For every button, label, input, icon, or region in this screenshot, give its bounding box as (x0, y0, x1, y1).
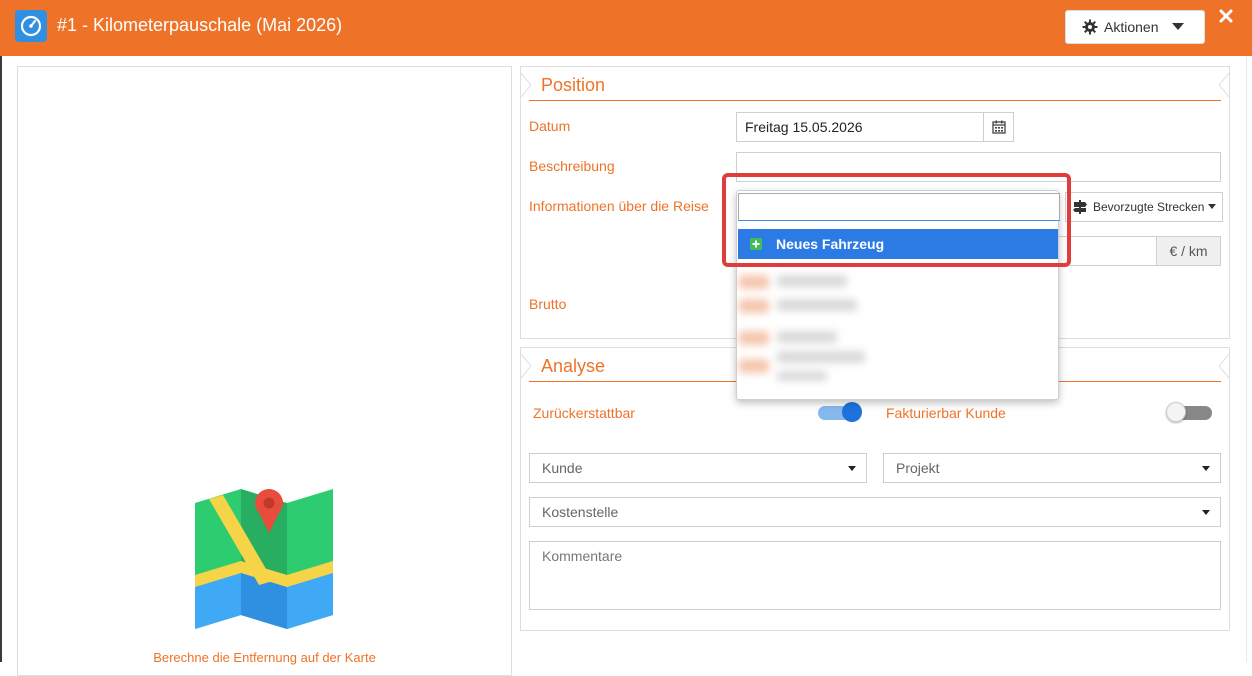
backdrop-edge (0, 56, 2, 662)
preferred-routes-label: Bevorzugte Strecken (1093, 200, 1205, 214)
toggle-knob (1166, 402, 1186, 422)
close-icon[interactable] (1219, 9, 1233, 25)
panel-notch-right (1219, 354, 1229, 378)
caret-down-icon (848, 466, 856, 471)
speedometer-icon (15, 10, 47, 42)
signpost-icon (1073, 200, 1087, 214)
panel-notch-left (521, 73, 531, 97)
analyse-title: Analyse (541, 356, 606, 376)
kostenstelle-placeholder: Kostenstelle (542, 504, 619, 520)
backdrop-edge-right (1246, 56, 1252, 662)
caret-down-icon (1208, 204, 1217, 209)
actions-button[interactable]: Aktionen (1065, 10, 1205, 44)
rate-input[interactable] (1059, 236, 1157, 266)
projekt-select[interactable]: Projekt (883, 453, 1221, 483)
panel-notch-left (521, 354, 531, 378)
brutto-label: Brutto (529, 296, 567, 312)
kostenstelle-select[interactable]: Kostenstelle (529, 497, 1221, 527)
blurred-vehicle-item[interactable] (777, 299, 857, 311)
annotation-highlight-box (722, 173, 1071, 267)
blurred-vehicle-color (739, 275, 769, 289)
reise-label: Informationen über die Reise (529, 198, 709, 214)
projekt-placeholder: Projekt (896, 460, 940, 476)
position-title: Position (541, 75, 606, 95)
modal-title: #1 - Kilometerpauschale (Mai 2026) (57, 15, 343, 35)
blurred-vehicle-color (739, 299, 769, 313)
section-divider (529, 100, 1221, 101)
blurred-vehicle-item[interactable] (777, 371, 827, 381)
modal-header: #1 - Kilometerpauschale (Mai 2026) Aktio… (0, 0, 1252, 56)
calendar-button[interactable] (983, 112, 1014, 142)
kunde-select[interactable]: Kunde (529, 453, 867, 483)
map-icon (195, 489, 333, 629)
blurred-vehicle-item[interactable] (777, 351, 865, 363)
blurred-vehicle-item[interactable] (777, 275, 847, 287)
blurred-vehicle-color (739, 359, 769, 373)
reimbursable-toggle[interactable] (818, 402, 862, 422)
billable-label: Fakturierbar Kunde (886, 405, 1006, 421)
calendar-icon (991, 120, 1006, 134)
caret-down-icon (1202, 510, 1210, 515)
datum-input[interactable]: Freitag 15.05.2026 (736, 112, 984, 142)
calculate-distance-link[interactable]: Berechne die Entfernung auf der Karte (18, 650, 511, 665)
gear-icon (1082, 19, 1098, 35)
panel-notch-right (1219, 73, 1229, 97)
rate-unit: € / km (1156, 236, 1221, 266)
blurred-vehicle-color (739, 331, 769, 345)
caret-down-icon (1202, 466, 1210, 471)
preferred-routes-button[interactable]: Bevorzugte Strecken (1065, 192, 1224, 222)
beschreibung-label: Beschreibung (529, 158, 615, 174)
caret-down-icon (1172, 23, 1185, 31)
kunde-placeholder: Kunde (542, 460, 583, 476)
actions-label: Aktionen (1104, 19, 1159, 35)
kommentare-textarea[interactable]: Kommentare (529, 541, 1221, 610)
blurred-vehicle-item[interactable] (777, 331, 837, 343)
map-panel[interactable]: Berechne die Entfernung auf der Karte (17, 66, 512, 676)
datum-label: Datum (529, 118, 571, 134)
billable-toggle[interactable] (1166, 402, 1212, 422)
reimbursable-label: Zurückerstattbar (533, 405, 635, 421)
toggle-knob (842, 402, 862, 422)
